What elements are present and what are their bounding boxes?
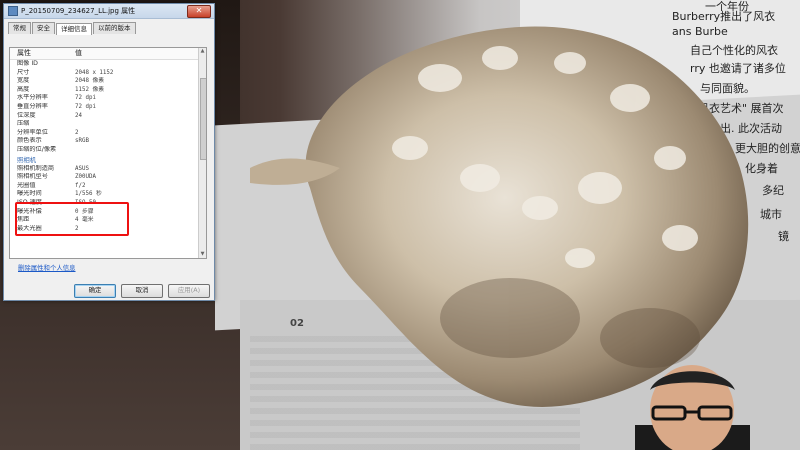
column-header-value[interactable]: 值 (75, 48, 206, 59)
property-row[interactable]: 图像 ID (10, 60, 206, 69)
magazine-text-line: 镜 (778, 230, 789, 243)
dialog-title: P_20150709_234627_LL.jpg 属性 (21, 7, 136, 15)
close-button[interactable]: ✕ (187, 5, 211, 18)
property-table-header: 属性 值 (10, 48, 206, 60)
apply-button[interactable]: 应用(A) (168, 284, 210, 298)
image-file-icon (8, 6, 18, 16)
property-row[interactable]: 尺寸 2048 x 1152 (10, 69, 206, 78)
property-value: 2 (75, 129, 79, 136)
property-row[interactable]: 宽度 2048 像素 (10, 77, 206, 86)
property-value (75, 146, 206, 155)
property-row[interactable]: 高度 1152 像素 (10, 86, 206, 95)
property-value: 72 dpi (75, 95, 96, 102)
person-photo (635, 365, 750, 450)
property-row[interactable]: 分辨率单位 2 (10, 129, 206, 138)
magazine-text-line: 城市 (760, 208, 782, 221)
property-value: Z00UDA (75, 174, 96, 181)
property-name: 尺寸 (17, 68, 30, 76)
tab-details[interactable]: 详细信息 (56, 23, 92, 35)
property-name: 照相机型号 (17, 173, 48, 181)
property-value: f/2 (75, 182, 86, 189)
property-name: 照相机制造商 (17, 164, 55, 172)
property-name: 宽度 (17, 77, 30, 85)
property-row[interactable]: 曝光时间 1/556 秒 (10, 190, 206, 199)
property-value (75, 120, 206, 129)
property-value: 2048 x 1152 (75, 69, 114, 76)
property-value: sRGB (75, 138, 89, 145)
tab-security[interactable]: 安全 (32, 22, 55, 34)
magazine-text-line: 多纪 (762, 184, 784, 197)
property-name: 压缩的位/像素 (17, 145, 57, 153)
column-header-property[interactable]: 属性 (10, 48, 75, 59)
vertical-scrollbar[interactable]: ▲ ▼ (198, 48, 206, 258)
property-value: 1152 像素 (75, 86, 105, 93)
properties-dialog[interactable]: P_20150709_234627_LL.jpg 属性 ✕ 常规 安全 详细信息… (3, 3, 215, 301)
property-name: 位深度 (17, 111, 36, 119)
property-row[interactable]: 颜色表示 sRGB (10, 137, 206, 146)
property-row[interactable]: 照相机制造商 ASUS (10, 165, 206, 174)
scroll-down-icon[interactable]: ▼ (199, 251, 206, 258)
dialog-titlebar[interactable]: P_20150709_234627_LL.jpg 属性 ✕ (4, 4, 214, 19)
property-value: 2048 像素 (75, 78, 105, 85)
scroll-up-icon[interactable]: ▲ (199, 48, 206, 55)
section-camera: 照相机 (17, 155, 37, 164)
property-value (75, 60, 206, 69)
property-name: 压缩 (17, 120, 30, 128)
property-value: 72 dpi (75, 103, 96, 110)
property-name: 图像 ID (17, 60, 38, 67)
cancel-button[interactable]: 取消 (121, 284, 163, 298)
property-name: 水平分辨率 (17, 94, 48, 102)
scroll-thumb[interactable] (200, 78, 206, 160)
property-name: 颜色表示 (17, 137, 42, 145)
remove-properties-link[interactable]: 删除属性和个人信息 (18, 263, 76, 272)
property-row[interactable]: 照相机型号 Z00UDA (10, 173, 206, 182)
property-row[interactable]: 水平分辨率 72 dpi (10, 94, 206, 103)
tab-general[interactable]: 常规 (8, 22, 31, 34)
property-name: 分辨率单位 (17, 128, 48, 136)
property-row[interactable]: 光圈值 f/2 (10, 182, 206, 191)
property-name: 垂直分辨率 (17, 102, 48, 110)
property-value: 1/556 秒 (75, 191, 102, 198)
red-highlight-box (15, 202, 129, 236)
property-row[interactable]: 垂直分辨率 72 dpi (10, 103, 206, 112)
property-name: 光圈值 (17, 181, 36, 189)
property-row[interactable]: 压缩的位/像素 (10, 146, 206, 155)
ok-button[interactable]: 确定 (74, 284, 116, 298)
seashell-photo (250, 26, 749, 407)
property-value: 24 (75, 112, 82, 119)
property-row[interactable]: 压缩 (10, 120, 206, 129)
property-row[interactable]: 位深度 24 (10, 112, 206, 121)
tab-previous-versions[interactable]: 以前的版本 (93, 22, 136, 34)
property-name: 曝光时间 (17, 190, 42, 198)
tab-bar: 常规 安全 详细信息 以前的版本 (4, 19, 214, 35)
property-list-image: 图像 ID 尺寸 2048 x 1152 宽度 2048 像素 高度 1152 像素 水平分辨… (10, 60, 206, 155)
property-name: 高度 (17, 85, 30, 93)
dialog-buttons: 确定 取消 应用(A) (74, 284, 210, 298)
property-value: ASUS (75, 165, 89, 172)
